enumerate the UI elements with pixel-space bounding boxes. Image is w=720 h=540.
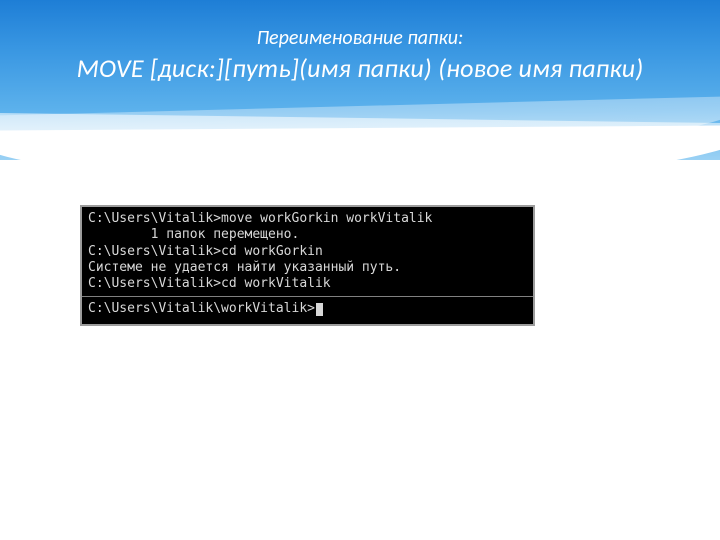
console-separator <box>82 296 533 297</box>
console-line: 1 папок перемещено. <box>88 227 527 243</box>
console-text: C:\Users\Vitalik>move workGorkin workVit… <box>82 207 533 324</box>
console-line: C:\Users\Vitalik>move workGorkin workVit… <box>88 211 527 227</box>
title-block: Переименование папки: MOVE [диск:][путь]… <box>0 26 720 84</box>
console-line: Системе не удается найти указанный путь. <box>88 260 527 276</box>
console-line: C:\Users\Vitalik>cd workVitalik <box>88 276 527 292</box>
console-screenshot: C:\Users\Vitalik>move workGorkin workVit… <box>80 205 535 326</box>
cursor <box>316 303 323 316</box>
slide-title: MOVE [диск:][путь](имя папки) (новое имя… <box>0 52 720 84</box>
slide-subtitle: Переименование папки: <box>0 26 720 50</box>
console-line: C:\Users\Vitalik>cd workGorkin <box>88 244 527 260</box>
console-line: C:\Users\Vitalik\workVitalik> <box>88 301 527 317</box>
slide: Переименование папки: MOVE [диск:][путь]… <box>0 0 720 540</box>
